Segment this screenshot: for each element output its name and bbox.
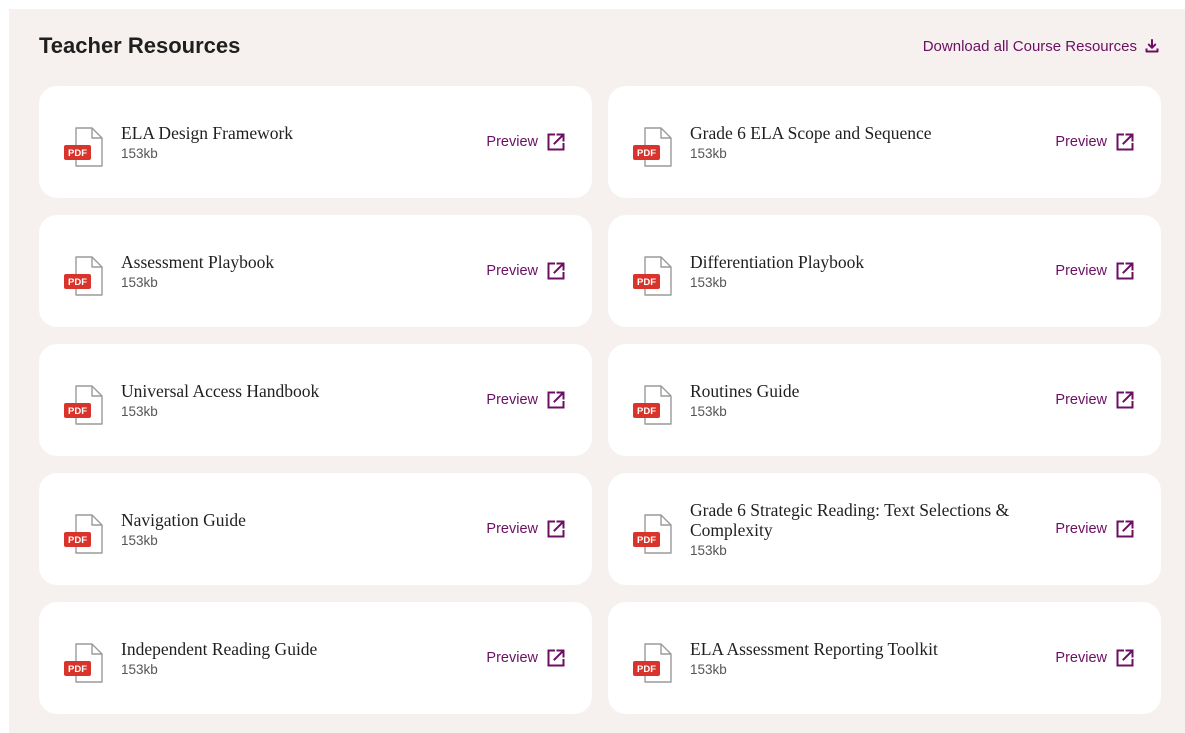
preview-label: Preview [1055,134,1107,150]
svg-text:PDF: PDF [68,664,87,675]
preview-label: Preview [1055,650,1107,666]
download-all-label: Download all Course Resources [922,37,1137,55]
resource-info: Universal Access Handbook 153kb [121,381,486,419]
resource-size: 153kb [690,662,727,677]
resource-card: PDF Grade 6 ELA Scope and Sequence 153kb… [608,86,1161,198]
resource-size: 153kb [121,275,158,290]
resource-grid: PDF ELA Design Framework 153kb Preview P… [39,86,1161,714]
resource-card: PDF Grade 6 Strategic Reading: Text Sele… [608,473,1161,585]
preview-button[interactable]: Preview [1055,261,1135,281]
preview-label: Preview [1055,263,1107,279]
preview-label: Preview [486,392,538,408]
preview-button[interactable]: Preview [486,390,566,410]
svg-text:PDF: PDF [68,277,87,288]
resource-title: Navigation Guide [121,510,246,530]
external-link-icon [1116,649,1134,667]
resource-card: PDF ELA Assessment Reporting Toolkit 153… [608,602,1161,714]
page-title: Teacher Resources [39,33,241,58]
pdf-file-icon: PDF [633,514,672,554]
resource-info: Grade 6 Strategic Reading: Text Selectio… [690,500,1055,558]
svg-text:PDF: PDF [68,148,87,159]
external-link-icon [1116,520,1134,538]
resource-card: PDF Universal Access Handbook 153kb Prev… [39,344,592,456]
download-icon [1145,39,1159,53]
pdf-file-icon: PDF [64,643,103,683]
download-all-button[interactable]: Download all Course Resources [923,38,1159,55]
preview-button[interactable]: Preview [486,132,566,152]
preview-label: Preview [1055,392,1107,408]
svg-text:PDF: PDF [68,406,87,417]
resource-info: ELA Assessment Reporting Toolkit 153kb [690,639,1055,677]
svg-text:PDF: PDF [637,148,656,159]
external-link-icon [1116,262,1134,280]
resource-card: PDF Independent Reading Guide 153kb Prev… [39,602,592,714]
preview-label: Preview [486,650,538,666]
external-link-icon [547,649,565,667]
resource-card: PDF Differentiation Playbook 153kb Previ… [608,215,1161,327]
pdf-file-icon: PDF [64,385,103,425]
resource-card: PDF Assessment Playbook 153kb Preview [39,215,592,327]
external-link-icon [1116,133,1134,151]
pdf-file-icon: PDF [633,385,672,425]
pdf-file-icon: PDF [633,256,672,296]
pdf-file-icon: PDF [633,127,672,167]
resource-title: ELA Design Framework [121,123,294,143]
preview-button[interactable]: Preview [1055,390,1135,410]
svg-text:PDF: PDF [637,535,656,546]
pdf-file-icon: PDF [64,127,103,167]
svg-text:PDF: PDF [637,406,656,417]
preview-label: Preview [486,134,538,150]
resource-card: PDF Routines Guide 153kb Preview [608,344,1161,456]
resource-title: Grade 6 Strategic Reading: Text Selectio… [690,500,1010,540]
teacher-resources-panel: Teacher Resources Download all Course Re… [9,9,1185,733]
preview-button[interactable]: Preview [1055,132,1135,152]
svg-text:PDF: PDF [68,535,87,546]
svg-text:PDF: PDF [637,277,656,288]
resource-size: 153kb [121,146,158,161]
resource-size: 153kb [690,404,727,419]
resource-size: 153kb [121,404,158,419]
resource-info: ELA Design Framework 153kb [121,123,486,161]
resource-size: 153kb [690,275,727,290]
external-link-icon [547,133,565,151]
resource-title: Assessment Playbook [121,252,275,272]
resource-title: Grade 6 ELA Scope and Sequence [690,123,932,143]
resource-info: Assessment Playbook 153kb [121,252,486,290]
resource-info: Grade 6 ELA Scope and Sequence 153kb [690,123,1055,161]
preview-button[interactable]: Preview [1055,648,1135,668]
pdf-file-icon: PDF [633,643,672,683]
preview-button[interactable]: Preview [1055,519,1135,539]
resource-info: Routines Guide 153kb [690,381,1055,419]
resource-size: 153kb [690,146,727,161]
resource-title: Independent Reading Guide [121,639,318,659]
external-link-icon [547,262,565,280]
resource-size: 153kb [690,543,727,558]
resource-info: Navigation Guide 153kb [121,510,486,548]
preview-button[interactable]: Preview [486,261,566,281]
pdf-file-icon: PDF [64,514,103,554]
external-link-icon [1116,391,1134,409]
panel-header: Teacher Resources Download all Course Re… [39,31,1159,61]
resource-title: Routines Guide [690,381,800,401]
resource-card: PDF ELA Design Framework 153kb Preview [39,86,592,198]
resource-title: Universal Access Handbook [121,381,320,401]
external-link-icon [547,391,565,409]
preview-label: Preview [486,263,538,279]
resource-info: Independent Reading Guide 153kb [121,639,486,677]
resource-card: PDF Navigation Guide 153kb Preview [39,473,592,585]
resource-size: 153kb [121,533,158,548]
pdf-file-icon: PDF [64,256,103,296]
resource-title: ELA Assessment Reporting Toolkit [690,639,938,659]
preview-label: Preview [1055,521,1107,537]
preview-button[interactable]: Preview [486,519,566,539]
external-link-icon [547,520,565,538]
svg-text:PDF: PDF [637,664,656,675]
resource-size: 153kb [121,662,158,677]
preview-button[interactable]: Preview [486,648,566,668]
resource-info: Differentiation Playbook 153kb [690,252,1055,290]
resource-title: Differentiation Playbook [690,252,865,272]
preview-label: Preview [486,521,538,537]
